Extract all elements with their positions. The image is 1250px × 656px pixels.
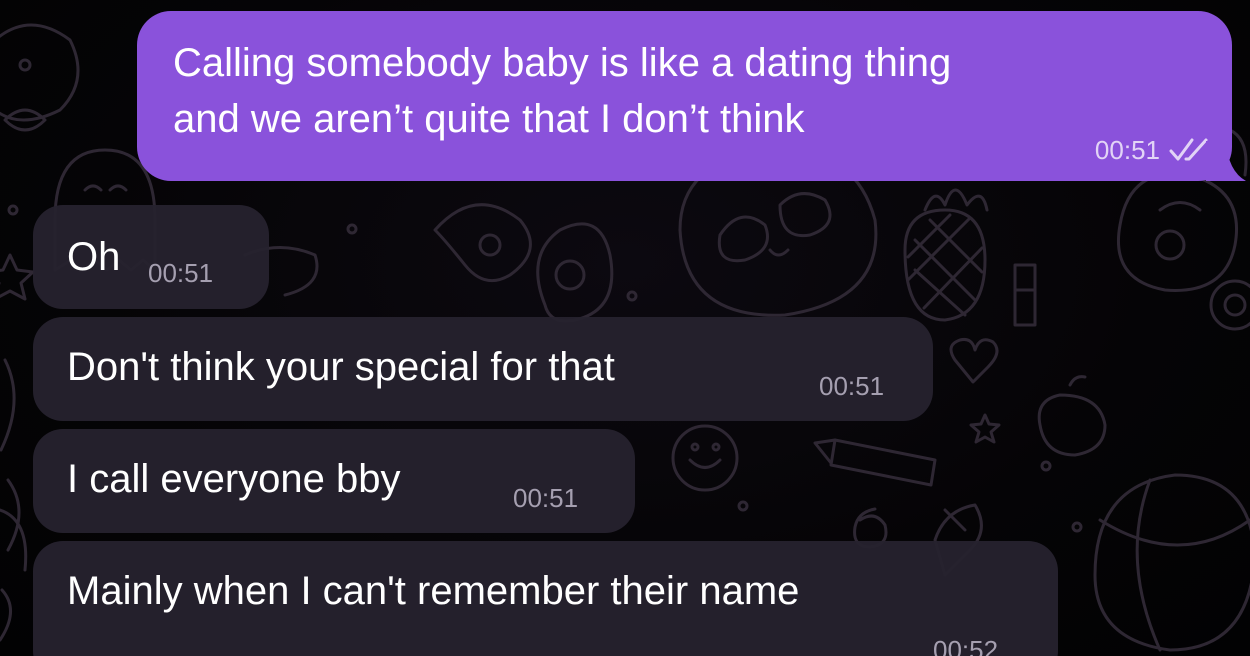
message-time: 00:51 [148,258,214,288]
incoming-message-bubble[interactable]: Oh 00:51 [33,205,269,309]
message-time: 00:52 [933,635,999,656]
incoming-message-bubble[interactable]: Don't think your special for that 00:51 [33,317,933,421]
outgoing-message-line-1: Calling somebody baby is like a dating t… [173,41,952,85]
message-text: Oh [67,235,121,279]
chat-view[interactable]: Calling somebody baby is like a dating t… [0,0,1250,656]
bubble-tail [1206,141,1246,181]
incoming-message-bubble[interactable]: I call everyone bby 00:51 [33,429,635,533]
outgoing-message-line-2: and we aren’t quite that I don’t think [173,97,805,141]
message-text: I call everyone bby [67,457,401,501]
message-text: Don't think your special for that [67,345,615,389]
outgoing-message-bubble[interactable]: Calling somebody baby is like a dating t… [137,11,1246,181]
incoming-message-bubble[interactable]: Mainly when I can't remember their name … [33,541,1058,656]
message-text: Mainly when I can't remember their name [67,569,800,613]
outgoing-message-time: 00:51 [1094,135,1160,165]
message-time: 00:51 [513,483,579,513]
message-time: 00:51 [819,371,885,401]
double-check-icon [1169,138,1208,161]
